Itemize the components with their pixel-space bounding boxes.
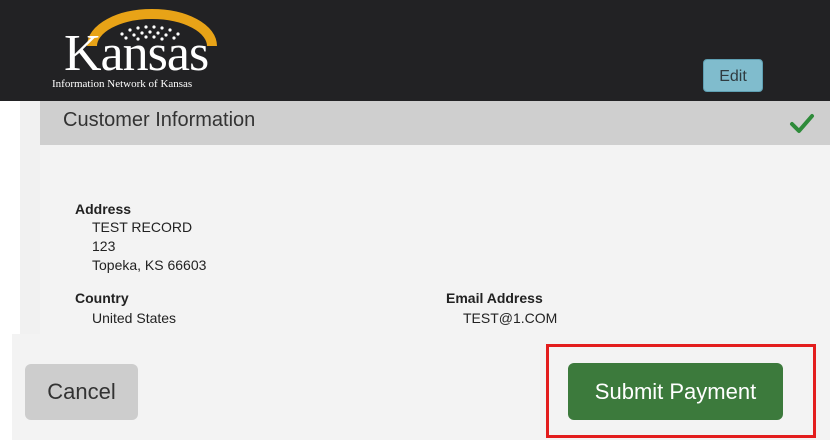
edit-button[interactable]: Edit	[703, 59, 763, 92]
address-line-1: TEST RECORD	[92, 219, 193, 235]
email-label: Email Address	[446, 290, 543, 306]
customer-information-panel: Customer Information	[40, 101, 830, 334]
panel-header[interactable]: Customer Information	[40, 101, 830, 145]
country-label: Country	[75, 290, 129, 306]
logo-subtitle: Information Network of Kansas	[52, 78, 193, 90]
country-value: United States	[92, 310, 177, 326]
kansas-logo[interactable]: Kansas Information Network of Kansas	[52, 6, 252, 96]
logo-wordmark: Kansas	[64, 25, 209, 82]
email-value: TEST@1.COM	[463, 310, 558, 326]
address-line-3: Topeka, KS 66603	[92, 257, 207, 273]
address-line-2: 123	[92, 238, 116, 254]
address-label: Address	[75, 201, 132, 217]
checkmark-icon	[790, 114, 814, 133]
submit-payment-button[interactable]: Submit Payment	[568, 363, 783, 420]
cancel-button[interactable]: Cancel	[25, 364, 138, 420]
panel-title: Customer Information	[63, 109, 256, 131]
